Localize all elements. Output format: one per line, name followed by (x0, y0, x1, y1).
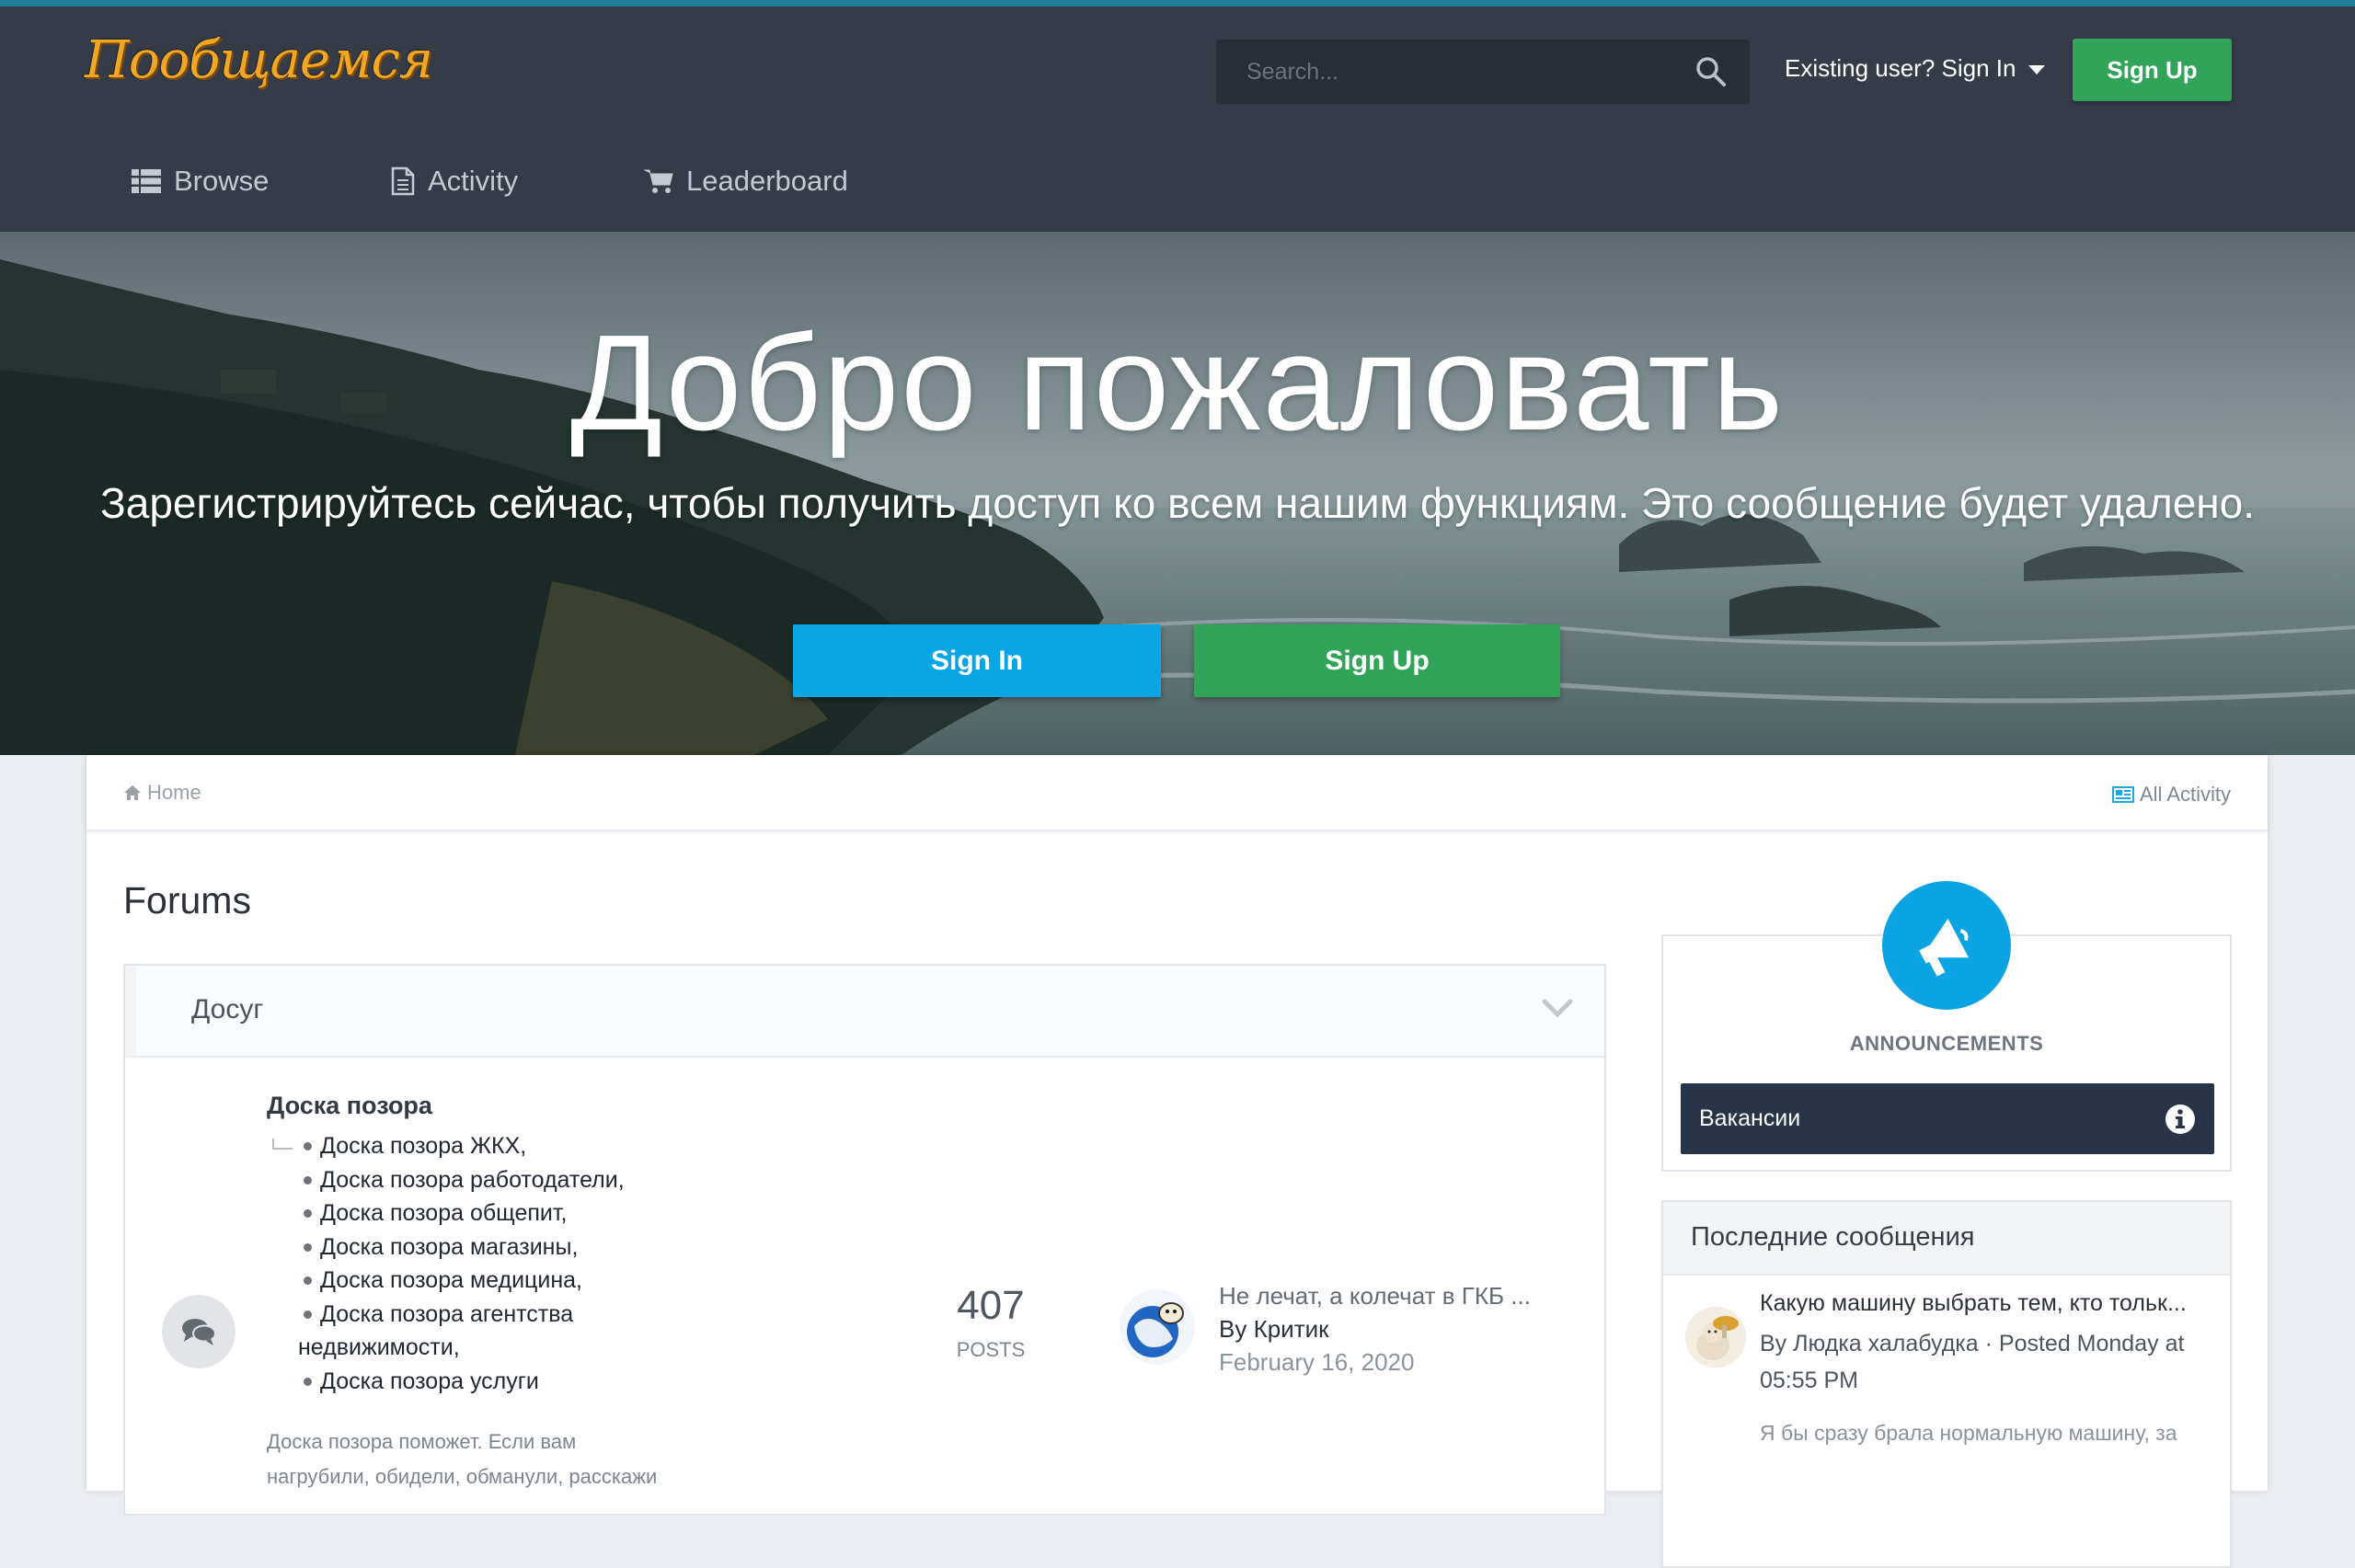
posts-count: 407 (957, 1283, 1025, 1328)
recent-posts-header: Последние сообщения (1663, 1202, 2230, 1276)
subforum-item[interactable]: Доска позора работодатели, (298, 1163, 714, 1197)
posts-label: POSTS (956, 1338, 1026, 1361)
breadcrumb[interactable]: Home (123, 781, 201, 805)
search-input[interactable] (1216, 40, 1676, 104)
search-icon[interactable] (1694, 55, 1728, 88)
welcome-banner: Добро пожаловать Зарегистрируйтесь сейча… (0, 232, 2355, 755)
avatar[interactable] (1120, 1289, 1195, 1365)
announcements-badge (1882, 881, 2011, 1010)
list-icon (132, 169, 161, 193)
announcement-item[interactable]: Вакансии (1681, 1083, 2214, 1154)
forum-category: Досуг Доска позора Доска позора ЖКХ, Дос… (123, 964, 1606, 1516)
tree-branch-icon (272, 1139, 293, 1150)
all-activity-link[interactable]: All Activity (2111, 783, 2231, 807)
all-activity-label: All Activity (2139, 783, 2231, 806)
nav-browse[interactable]: Browse (132, 165, 269, 198)
recent-posts-widget: Последние сообщения Какую машину выбрать… (1661, 1200, 2232, 1568)
page-title: Forums (123, 879, 251, 921)
subforum-item[interactable]: Доска позора общепит, (298, 1196, 714, 1230)
nav-activity-label: Activity (428, 165, 519, 197)
cart-icon (644, 169, 673, 193)
subforum-item[interactable]: Доска позора агентства (298, 1298, 714, 1332)
site-logo[interactable]: Пообщаемся (85, 30, 433, 90)
subforum-item[interactable]: Доска позора услуги (298, 1365, 714, 1399)
last-post-date: February 16, 2020 (1219, 1348, 1415, 1376)
hero-signin-button[interactable]: Sign In (793, 624, 1161, 697)
recent-post-title[interactable]: Какую машину выбрать тем, кто тольк... (1760, 1290, 2220, 1317)
site-header: Пообщаемся Existing user? Sign In Sign U… (0, 0, 2355, 232)
existing-user-signin[interactable]: Existing user? Sign In (1785, 54, 2046, 83)
last-post-author[interactable]: By Критик (1219, 1315, 1329, 1344)
breadcrumb-home: Home (147, 781, 201, 804)
recent-posts-title: Последние сообщения (1691, 1222, 1975, 1252)
chevron-down-icon[interactable] (1542, 999, 1573, 1019)
nav-leaderboard[interactable]: Leaderboard (644, 165, 848, 198)
last-post-title[interactable]: Не лечат, а колечат в ГКБ ... (1219, 1282, 1531, 1310)
nav-leaderboard-label: Leaderboard (686, 165, 848, 197)
nav-browse-label: Browse (174, 165, 270, 197)
subforum-list: Доска позора ЖКХ, Доска позора работодат… (272, 1129, 714, 1398)
forum-title[interactable]: Доска позора (267, 1092, 432, 1120)
subforum-item[interactable]: Доска позора ЖКХ, (272, 1129, 714, 1163)
nav-activity[interactable]: Activity (391, 165, 518, 198)
home-icon (124, 785, 141, 800)
hero-signup-button[interactable]: Sign Up (1194, 624, 1560, 697)
avatar[interactable] (1685, 1307, 1746, 1368)
document-icon (391, 166, 415, 196)
signin-label: Existing user? Sign In (1785, 54, 2016, 82)
megaphone-icon (1919, 918, 1970, 977)
forum-description: Доска позора поможет. Если вам нагрубили… (267, 1430, 658, 1488)
search-box (1216, 40, 1750, 104)
newspaper-icon (2111, 786, 2134, 803)
category-title[interactable]: Досуг (191, 994, 263, 1025)
signup-button[interactable]: Sign Up (2073, 39, 2232, 101)
forum-read-icon (162, 1295, 236, 1368)
hero-title: Добро пожаловать (569, 307, 1786, 459)
comments-icon (182, 1319, 216, 1345)
subforum-item[interactable]: Доска позора медицина, (298, 1264, 714, 1298)
hero-subtitle: Зарегистрируйтесь сейчас, чтобы получить… (99, 479, 2256, 527)
user-avatar-image (1685, 1307, 1746, 1368)
category-header[interactable]: Досуг (125, 966, 1604, 1058)
caret-down-icon (2028, 65, 2046, 75)
recent-post-meta: By Людка халабудка · Posted Monday at 05… (1760, 1331, 2185, 1393)
announcements-label: ANNOUNCEMENTS (1849, 1032, 2044, 1055)
main-container: Home All Activity Forums Досуг Доска поз… (86, 755, 2268, 1568)
subforum-item-continued[interactable]: недвижимости, (298, 1331, 714, 1365)
subforum-item[interactable]: Доска позора магазины, (298, 1230, 714, 1265)
breadcrumb-bar: Home All Activity (86, 755, 2268, 831)
recent-post-snippet: Я бы сразу брала нормальную машину, за (1760, 1421, 2177, 1445)
info-icon[interactable] (2165, 1104, 2196, 1135)
announcement-title: Вакансии (1699, 1105, 1801, 1131)
user-avatar-image (1120, 1289, 1195, 1365)
